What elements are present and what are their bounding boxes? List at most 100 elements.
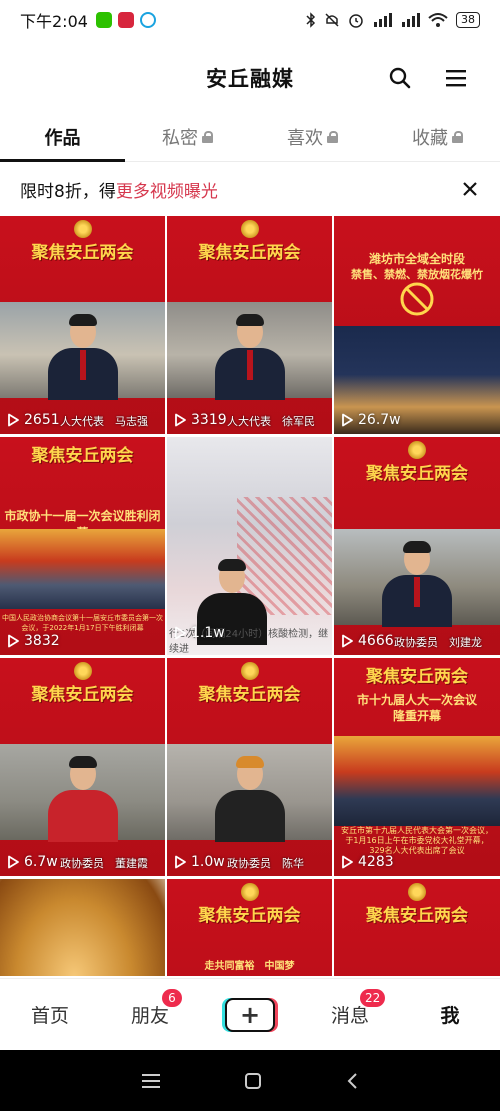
video-tile[interactable]: 聚焦安丘两会 政协委员 陈华 1.0w: [167, 658, 332, 876]
bottom-nav: 首页 朋友 6 + 消息 22 我: [0, 978, 500, 1050]
video-thumbnail: [167, 302, 332, 400]
view-count: 3319: [173, 412, 227, 428]
video-tile[interactable]: 聚焦安丘两会 市政协十一届一次会议胜利闭幕 中国人民政治协商会议第十一届安丘市委…: [0, 437, 165, 655]
menu-icon: [446, 70, 466, 87]
app-red-icon: [117, 12, 134, 28]
no-fireworks-icon: [400, 282, 434, 316]
nav-label: 朋友: [130, 1005, 169, 1027]
lock-icon: [452, 130, 463, 143]
play-icon: [8, 634, 19, 648]
view-count: 1.1w: [173, 625, 225, 641]
video-tile[interactable]: 聚焦安丘两会 走共同富裕 中国梦: [167, 879, 332, 976]
video-banner: 聚焦安丘两会: [198, 906, 301, 926]
status-time: 下午2:04: [20, 12, 88, 31]
view-count-text: 6.7w: [24, 854, 58, 870]
video-tile[interactable]: 聚焦安丘两会 人大代表 徐军民 3319: [167, 216, 332, 434]
video-caption: 政协委员 董建霞: [60, 857, 148, 870]
video-subline: 安丘市第十九届人民代表大会第一次会议，于1月16日上午在市委党校大礼堂开幕，32…: [341, 826, 493, 855]
person-figure: [214, 314, 285, 400]
emblem-icon: [240, 662, 259, 680]
person-figure: [382, 541, 452, 627]
view-count-text: 3832: [24, 633, 60, 649]
create-button[interactable]: +: [225, 997, 275, 1032]
home-icon[interactable]: [244, 1072, 261, 1089]
close-icon: [463, 182, 477, 196]
nav-create[interactable]: +: [200, 979, 300, 1050]
tab-private[interactable]: 私密: [125, 112, 250, 161]
messages-badge: 22: [360, 989, 386, 1007]
tab-label: 私密: [162, 127, 198, 149]
view-count: 4283: [340, 854, 394, 870]
video-thumbnail: [0, 302, 165, 400]
search-icon: [389, 67, 411, 89]
signal-hd-icon: [402, 13, 420, 27]
person-figure: [47, 756, 118, 842]
play-icon: [175, 413, 186, 427]
nav-friends[interactable]: 朋友 6: [100, 979, 200, 1050]
video-tile[interactable]: 聚焦安丘两会 人大代表 马志强 2651: [0, 216, 165, 434]
nav-me[interactable]: 我: [400, 979, 500, 1050]
app-header: 安丘融媒: [0, 50, 500, 106]
play-icon: [8, 413, 19, 427]
video-banner: 聚焦安丘两会: [31, 243, 134, 263]
video-tile[interactable]: 行2次（间隔24小时）核酸检测，继续进 1.1w: [167, 437, 332, 655]
promo-banner[interactable]: 限时8折，得 更多视频曝光: [0, 166, 500, 212]
view-count: 26.7w: [340, 412, 401, 428]
nav-home[interactable]: 首页: [0, 979, 100, 1050]
video-tile[interactable]: 聚焦安丘两会 政协委员 刘建龙 4666: [334, 437, 500, 655]
emblem-icon: [408, 441, 426, 459]
video-caption: 政协委员 陈华: [227, 857, 304, 870]
tab-likes[interactable]: 喜欢: [250, 112, 375, 161]
lock-icon: [202, 130, 213, 143]
play-icon: [342, 855, 353, 869]
video-headline: 潍坊市全域全时段: [368, 252, 465, 266]
view-count: 6.7w: [6, 854, 58, 870]
promo-close-button[interactable]: [458, 177, 482, 201]
view-count-text: 2651: [24, 412, 60, 428]
video-subline: 走共同富裕 中国梦: [204, 961, 295, 972]
video-headline: 市十九届人大一次会议隆重开幕: [357, 693, 478, 723]
video-tile[interactable]: 潍坊市全域全时段 禁售、禁燃、禁放烟花爆竹 26.7w: [334, 216, 500, 434]
emblem-icon: [240, 883, 259, 901]
video-tile[interactable]: 聚焦安丘两会 市十九届人大一次会议隆重开幕 安丘市第十九届人民代表大会第一次会议…: [334, 658, 500, 876]
video-tile[interactable]: 聚焦安丘两会 政协委员 董建霞 6.7w: [0, 658, 165, 876]
menu-icon[interactable]: [142, 1073, 161, 1089]
video-banner: 聚焦安丘两会: [198, 685, 301, 705]
page-title: 安丘融媒: [206, 67, 294, 91]
promo-text: 限时8折，得: [20, 181, 116, 202]
video-thumbnail: [334, 736, 500, 826]
wifi-icon: [428, 13, 448, 27]
status-icons: 38: [306, 12, 480, 28]
lock-icon: [327, 130, 338, 143]
menu-button[interactable]: [442, 64, 470, 92]
search-button[interactable]: [386, 64, 414, 92]
profile-tabs: 作品 私密 喜欢 收藏: [0, 112, 500, 162]
video-grid: 聚焦安丘两会 人大代表 马志强 2651 聚焦安丘两会 人大代表 徐军民 331…: [0, 216, 500, 976]
mute-icon: [325, 13, 339, 27]
emblem-icon: [73, 220, 92, 238]
video-tile[interactable]: 聚焦安丘两会: [334, 879, 500, 976]
view-count: 3832: [6, 633, 60, 649]
video-banner: 聚焦安丘两会: [366, 667, 468, 687]
tab-label: 喜欢: [287, 127, 323, 149]
play-icon: [175, 855, 186, 869]
status-bar: 下午2:04 38: [0, 0, 500, 40]
view-count-text: 3319: [191, 412, 227, 428]
system-nav-bar: [0, 1050, 500, 1111]
tab-works[interactable]: 作品: [0, 112, 125, 162]
nav-messages[interactable]: 消息 22: [300, 979, 400, 1050]
video-thumbnail: [167, 744, 332, 842]
emblem-icon: [73, 662, 92, 680]
signal-hd-icon: [374, 13, 392, 27]
video-tile[interactable]: [0, 879, 165, 976]
video-caption: 政协委员 刘建龙: [394, 636, 482, 649]
alarm-icon: [349, 14, 363, 28]
back-icon[interactable]: [346, 1072, 358, 1089]
video-subline: 中国人民政治协商会议第十一届安丘市委员会第一次会议，于2022年1月17日下午胜…: [2, 614, 163, 632]
play-icon: [342, 634, 353, 648]
view-count-text: 1.1w: [191, 625, 225, 641]
promo-link[interactable]: 更多视频曝光: [116, 177, 218, 202]
battery-icon: 38: [456, 12, 480, 28]
video-thumbnail: [0, 744, 165, 842]
tab-favorites[interactable]: 收藏: [375, 112, 500, 161]
